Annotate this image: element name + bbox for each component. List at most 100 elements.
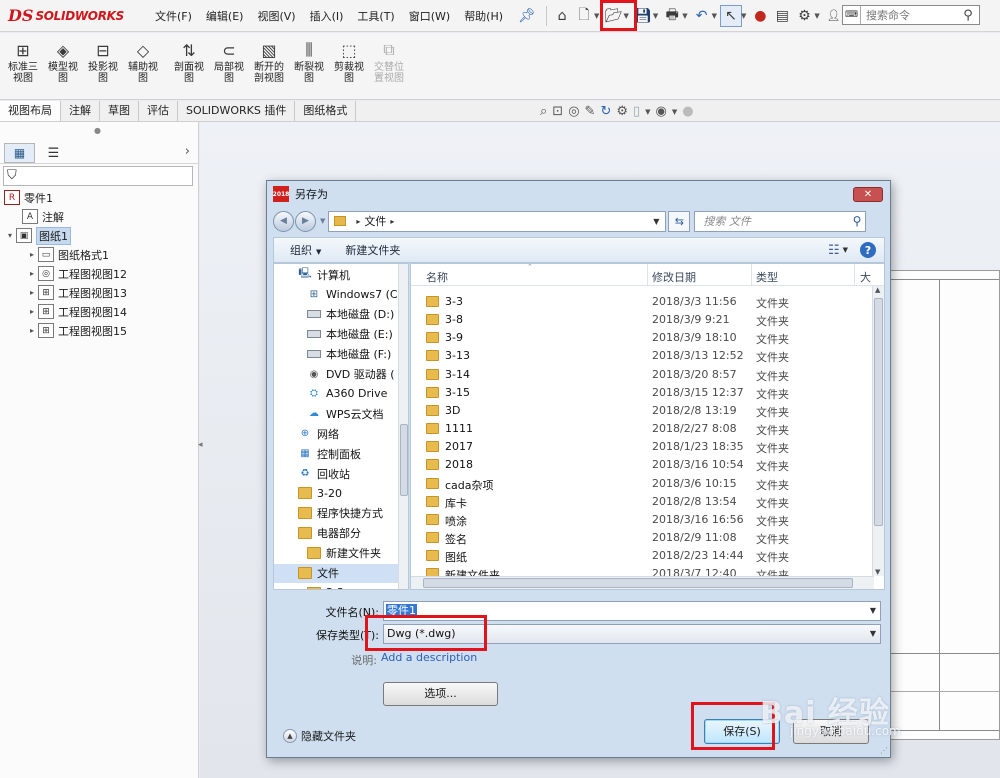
expand-toggle-icon[interactable]: ▸ <box>26 307 38 316</box>
change-view-icon[interactable]: ☷ <box>828 243 840 258</box>
filetype-dropdown-icon[interactable]: ▼ <box>870 625 876 643</box>
file-row[interactable]: 3-9 2018/3/9 18:10 文件夹 <box>411 329 873 347</box>
scroll-up-icon[interactable]: ▲ <box>875 286 880 294</box>
refresh-icon[interactable]: ⇆ <box>668 210 691 232</box>
breadcrumb-separator-icon[interactable]: ▸ <box>356 217 360 226</box>
section-view-tool-icon[interactable]: ✎ <box>585 104 596 119</box>
navigation-item[interactable]: ▦ 控制面板 <box>274 444 398 463</box>
navigation-item[interactable]: ♻ 回收站 <box>274 464 398 483</box>
file-row[interactable]: 2017 2018/1/23 18:35 文件夹 <box>411 438 873 456</box>
undo-dropdown-icon[interactable]: ▼ <box>712 12 717 20</box>
file-row[interactable]: 3-8 2018/3/9 9:21 文件夹 <box>411 311 873 329</box>
tree-item[interactable]: A 注解 <box>22 207 64 226</box>
open-file-icon[interactable]: 📂︎ <box>602 5 624 27</box>
menu-item[interactable]: 工具(T) <box>350 8 401 24</box>
appearance-icon[interactable]: ● <box>682 104 693 119</box>
history-dropdown-icon[interactable]: ▼ <box>320 217 325 225</box>
filter-icon[interactable]: ⛉ <box>7 168 17 183</box>
navigation-item[interactable]: ⛭ A360 Drive <box>274 384 398 403</box>
menu-item[interactable]: 编辑(E) <box>199 8 251 24</box>
navigation-item[interactable]: 程序快捷方式 <box>274 504 398 523</box>
filename-dropdown-icon[interactable]: ▼ <box>870 602 876 620</box>
close-button[interactable]: ✕ <box>853 187 883 202</box>
file-row[interactable]: 3-15 2018/3/15 12:37 文件夹 <box>411 384 873 402</box>
breadcrumb-folder[interactable]: 文件 <box>364 213 386 229</box>
command-search-box[interactable]: ⌨ 搜索命令 ⚲ <box>842 5 980 25</box>
back-icon[interactable]: ◀ <box>273 210 294 232</box>
navigation-item[interactable]: ⊞ Windows7 (C: <box>274 285 398 304</box>
ribbon-button[interactable]: ⊞ 标准三视图 <box>3 33 43 97</box>
panel-grip-icon[interactable]: ● <box>94 126 101 135</box>
menu-item[interactable]: 文件(F) <box>148 8 199 24</box>
address-bar[interactable]: ▸ 文件 ▸ ▼ <box>328 210 667 232</box>
menu-item[interactable]: 插入(I) <box>303 8 351 24</box>
chevron-right-icon[interactable]: › <box>185 144 190 159</box>
feature-manager-tab-icon[interactable]: ▦ <box>4 143 35 163</box>
column-separator[interactable] <box>751 264 752 286</box>
command-tab[interactable]: 注解 <box>61 101 100 121</box>
file-row[interactable]: cada杂项 2018/3/6 10:15 文件夹 <box>411 475 873 493</box>
property-manager-tab-icon[interactable]: ☰ <box>38 143 69 163</box>
zoom-to-area-icon[interactable]: ⊡ <box>552 104 563 119</box>
expand-toggle-icon[interactable]: ▸ <box>26 250 38 259</box>
tree-item[interactable]: ▾ ▣ 图纸1 <box>4 226 71 245</box>
add-description-link[interactable]: Add a description <box>381 651 477 664</box>
search-icon[interactable]: ⚲ <box>853 214 862 228</box>
tree-filter-box[interactable]: ⛉ <box>3 166 193 186</box>
hide-show-items-icon[interactable]: ◉ <box>656 104 667 119</box>
column-separator[interactable] <box>854 264 855 286</box>
file-properties-icon[interactable]: ▤ <box>771 5 793 27</box>
traffic-light-icon[interactable]: ● <box>749 5 771 27</box>
search-icon[interactable]: ⚲ <box>957 8 979 23</box>
gear-icon[interactable]: ⚙ <box>793 5 815 27</box>
view-settings-icon[interactable]: ⚙ <box>616 104 628 119</box>
save-dropdown-icon[interactable]: ▼ <box>653 12 658 20</box>
open-dropdown-icon[interactable]: ▼ <box>623 12 628 20</box>
previous-view-icon[interactable]: ◎ <box>568 104 579 119</box>
tree-item[interactable]: ▸ ⊞ 工程图视图14 <box>26 302 127 321</box>
navigation-item[interactable]: 本地磁盘 (E:) <box>274 325 398 344</box>
drawing-sheet[interactable] <box>880 270 1000 740</box>
scroll-thumb[interactable] <box>874 298 883 526</box>
expand-toggle-icon[interactable]: ▸ <box>26 269 38 278</box>
file-row[interactable]: 3-14 2018/3/20 8:57 文件夹 <box>411 366 873 384</box>
file-row[interactable]: 库卡 2018/2/8 13:54 文件夹 <box>411 493 873 511</box>
tree-item[interactable]: ▸ ◎ 工程图视图12 <box>26 264 127 283</box>
column-header-date[interactable]: 修改日期 <box>652 269 696 285</box>
ribbon-button[interactable]: ⊂ 局部视图 <box>209 33 249 97</box>
column-separator[interactable] <box>647 264 648 286</box>
hide-show-dropdown-icon[interactable]: ▼ <box>672 108 677 116</box>
tree-item[interactable]: ▸ ⊞ 工程图视图15 <box>26 321 127 340</box>
ribbon-button[interactable]: ⊟ 投影视图 <box>83 33 123 97</box>
file-row[interactable]: 图纸 2018/2/23 14:44 文件夹 <box>411 547 873 565</box>
tree-item[interactable]: R 零件1 <box>4 188 53 207</box>
file-list-horizontal-scrollbar[interactable] <box>411 576 874 589</box>
forward-icon[interactable]: ▶ <box>295 210 316 232</box>
pin-icon[interactable]: 📌︎ <box>516 5 538 27</box>
undo-icon[interactable]: ↶ <box>691 5 713 27</box>
select-dropdown-icon[interactable]: ▼ <box>741 12 746 20</box>
expand-toggle-icon[interactable]: ▸ <box>26 288 38 297</box>
expand-toggle-icon[interactable]: ▾ <box>4 231 16 240</box>
file-row[interactable]: 签名 2018/2/9 11:08 文件夹 <box>411 529 873 547</box>
organize-button[interactable]: 组织 ▼ <box>282 242 329 258</box>
address-dropdown-icon[interactable]: ▼ <box>647 217 665 226</box>
view-dropdown-icon[interactable]: ▼ <box>843 246 848 254</box>
help-icon[interactable]: ? <box>860 242 876 258</box>
save-icon[interactable]: 💾︎ <box>632 5 654 27</box>
display-style-dropdown-icon[interactable]: ▼ <box>645 108 650 116</box>
file-row[interactable]: 喷涂 2018/3/16 16:56 文件夹 <box>411 511 873 529</box>
navigation-item[interactable]: ◉ DVD 驱动器 ( <box>274 365 398 384</box>
resize-grip-icon[interactable]: ⋰ <box>880 746 888 755</box>
navigation-item[interactable]: 文件 <box>274 563 398 583</box>
panel-splitter-handle[interactable]: ◂ <box>198 440 206 480</box>
rotate-view-icon[interactable]: ↻ <box>600 104 611 119</box>
file-row[interactable]: 3-13 2018/3/13 12:52 文件夹 <box>411 347 873 365</box>
expand-toggle-icon[interactable]: ▸ <box>26 326 38 335</box>
navigation-item[interactable]: ☁ WPS云文档 <box>274 404 398 423</box>
navigation-item[interactable]: 3-20 <box>274 484 398 503</box>
print-dropdown-icon[interactable]: ▼ <box>682 12 687 20</box>
select-pointer-icon[interactable]: ↖ <box>720 4 742 27</box>
navigation-item[interactable]: 本地磁盘 (D:) <box>274 305 398 324</box>
column-header-size[interactable]: 大 <box>860 269 871 285</box>
